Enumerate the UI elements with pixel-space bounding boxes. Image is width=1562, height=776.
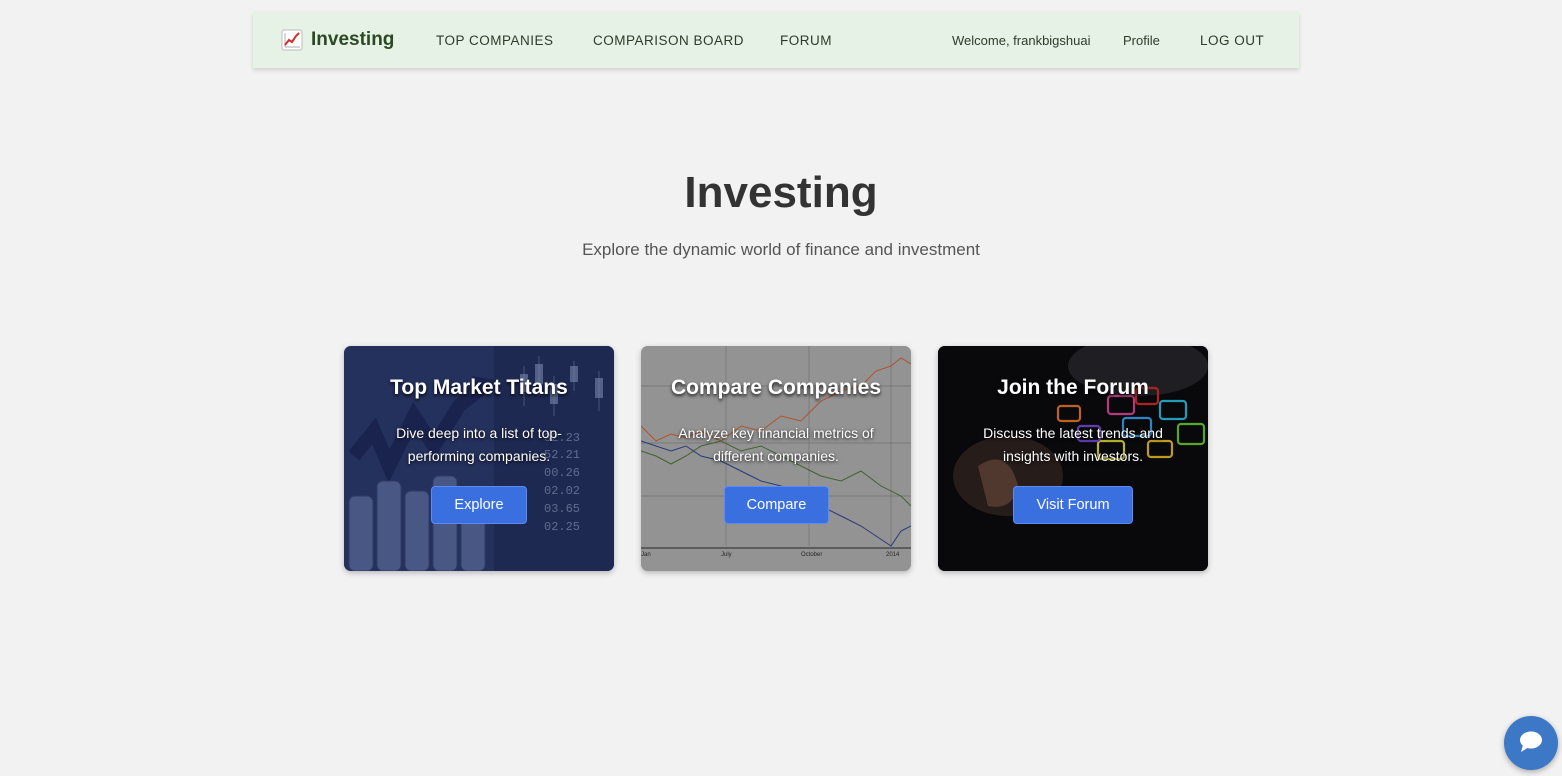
card-compare-companies: Jan July October 2014 Compare Companies Ana… — [641, 346, 911, 571]
card-join-forum: Join the Forum Discuss the latest trends… — [938, 346, 1208, 571]
chart-increasing-icon — [281, 29, 303, 51]
brand-label: Investing — [311, 29, 395, 50]
navbar: Investing TOP COMPANIES COMPARISON BOARD… — [253, 12, 1299, 68]
nav-forum[interactable]: FORUM — [780, 12, 832, 68]
chat-bubble-icon — [1518, 729, 1544, 758]
welcome-text: Welcome, frankbigshuai — [952, 32, 1091, 48]
page-title: Investing — [684, 168, 878, 217]
card-description: Analyze key financial metrics of differe… — [678, 425, 874, 464]
card-title: Top Market Titans — [390, 376, 568, 399]
visit-forum-button[interactable]: Visit Forum — [1013, 486, 1133, 524]
card-content: Top Market Titans Dive deep into a list … — [344, 346, 614, 571]
card-content: Compare Companies Analyze key financial … — [641, 346, 911, 571]
nav-comparison-board[interactable]: COMPARISON BOARD — [593, 12, 744, 68]
compare-button[interactable]: Compare — [724, 486, 829, 524]
card-description: Dive deep into a list of top-performing … — [396, 425, 562, 464]
card-title: Join the Forum — [997, 376, 1149, 399]
page-subtitle: Explore the dynamic world of finance and… — [582, 240, 980, 259]
card-description: Discuss the latest trends and insights w… — [983, 425, 1163, 464]
logout-link[interactable]: LOG OUT — [1200, 12, 1264, 68]
nav-top-companies[interactable]: TOP COMPANIES — [436, 12, 554, 68]
explore-button[interactable]: Explore — [431, 486, 527, 524]
card-top-market-titans: 32.23 52.21 00.26 02.02 03.65 02.25 Top Mar… — [344, 346, 614, 571]
brand-link[interactable]: Investing — [281, 12, 394, 68]
profile-link[interactable]: Profile — [1123, 12, 1160, 68]
card-content: Join the Forum Discuss the latest trends… — [938, 346, 1208, 571]
chat-button[interactable] — [1504, 716, 1558, 770]
card-title: Compare Companies — [670, 376, 882, 399]
